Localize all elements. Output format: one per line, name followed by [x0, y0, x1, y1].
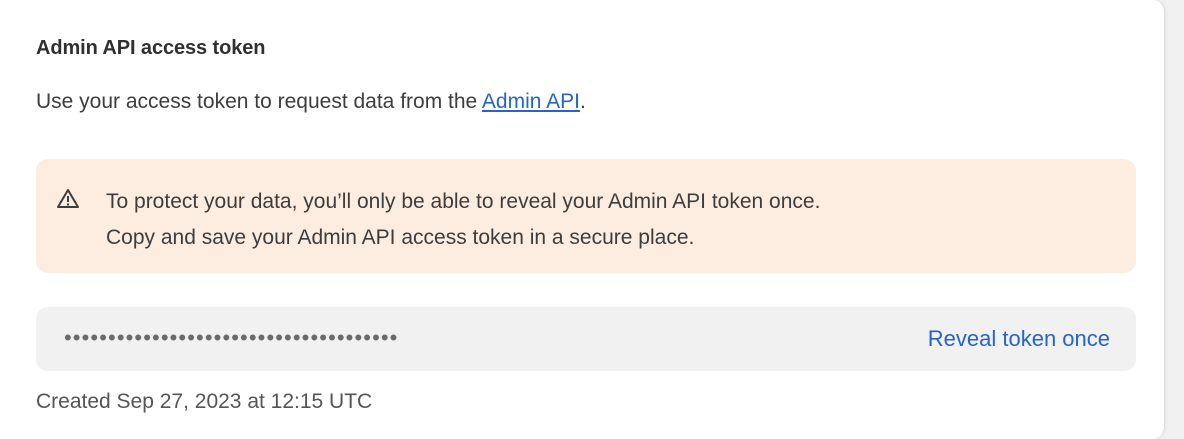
page: Admin API access token Use your access t… [0, 0, 1184, 439]
warning-line-2: Copy and save your Admin API access toke… [106, 226, 695, 249]
reveal-token-button[interactable]: Reveal token once [928, 326, 1110, 352]
warning-triangle-icon [56, 187, 80, 211]
admin-api-link[interactable]: Admin API [482, 90, 580, 113]
card-title: Admin API access token [36, 37, 266, 59]
token-field: •••••••••••••••••••••••••••••••••••••• R… [36, 307, 1136, 371]
card-description: Use your access token to request data fr… [36, 90, 586, 114]
warning-line-1: To protect your data, you’ll only be abl… [106, 190, 821, 213]
masked-token-value: •••••••••••••••••••••••••••••••••••••• [64, 325, 399, 350]
description-text: Use your access token to request data fr… [36, 90, 482, 113]
api-token-card: Admin API access token Use your access t… [0, 0, 1165, 439]
warning-banner: To protect your data, you’ll only be abl… [36, 159, 1136, 273]
description-suffix: . [579, 90, 586, 113]
created-timestamp: Created Sep 27, 2023 at 12:15 UTC [36, 390, 373, 413]
warning-message: To protect your data, you’ll only be abl… [106, 184, 820, 256]
